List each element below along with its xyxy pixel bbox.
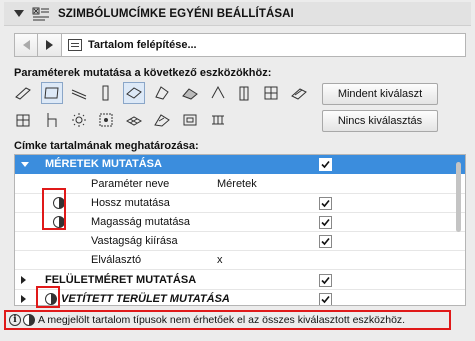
panel-header[interactable]: SZIMBÓLUMCÍMKE EGYÉNI BEÁLLÍTÁSAI	[4, 2, 471, 26]
document-list-icon	[68, 39, 82, 51]
group-label: MÉRETEK MUTATÁSA	[45, 158, 162, 170]
group-checkbox[interactable]	[319, 158, 332, 171]
page-navigator: Tartalom felépítése...	[14, 33, 466, 57]
item-checkbox[interactable]	[319, 216, 332, 229]
beam-tool-icon[interactable]	[68, 82, 90, 104]
item-label: Paraméter neve	[91, 178, 170, 190]
tree-item[interactable]: Hossz mutatása	[15, 194, 465, 213]
object-tool-icon[interactable]	[41, 109, 63, 131]
morph-tool-icon[interactable]	[151, 82, 173, 104]
content-tree: MÉRETEK MUTATÁSA Paraméter neve Méretek …	[14, 154, 466, 306]
half-circle-icon	[23, 314, 35, 326]
select-all-button[interactable]: Mindent kiválaszt	[322, 83, 438, 105]
item-label: Elválasztó	[91, 254, 142, 266]
slab-tool-icon[interactable]	[41, 82, 63, 104]
tree-item[interactable]: Paraméter neve Méretek	[15, 175, 465, 194]
group-checkbox[interactable]	[319, 274, 332, 287]
panel-title: SZIMBÓLUMCÍMKE EGYÉNI BEÁLLÍTÁSAI	[58, 7, 294, 20]
shell-tool-icon[interactable]	[179, 82, 201, 104]
label-settings-icon	[32, 7, 49, 20]
expand-down-icon[interactable]	[21, 162, 29, 167]
group-label: FELÜLETMÉRET MUTATÁSA	[45, 274, 197, 286]
tree-group-projected-area[interactable]: VETÍTETT TERÜLET MUTATÁSA	[15, 290, 465, 305]
collapse-triangle-icon[interactable]	[14, 10, 24, 17]
highlight-box	[36, 286, 60, 308]
item-checkbox[interactable]	[319, 197, 332, 210]
group-label: VETÍTETT TERÜLET MUTATÁSA	[61, 293, 230, 305]
content-section-label: Címke tartalmának meghatározása:	[14, 140, 199, 152]
page-select[interactable]: Tartalom felépítése...	[62, 33, 466, 57]
next-page-button[interactable]	[38, 33, 62, 57]
item-label: Vastagság kiírása	[91, 235, 178, 247]
wall-tool-icon[interactable]	[12, 82, 34, 104]
railing-tool-icon[interactable]	[288, 82, 310, 104]
triangle-left-icon	[22, 40, 30, 50]
tools-section-label: Paraméterek mutatása a következő eszközö…	[14, 67, 272, 79]
curtainwall-tool-icon[interactable]	[12, 109, 34, 131]
item-label: Magasság mutatása	[91, 216, 191, 228]
warning-bar: i A megjelölt tartalom típusok nem érhet…	[4, 310, 451, 330]
triangle-right-icon	[46, 40, 53, 50]
expand-right-icon[interactable]	[21, 295, 26, 303]
opening-tool-icon[interactable]	[179, 109, 201, 131]
skylight-tool-icon[interactable]	[151, 109, 173, 131]
tree-item[interactable]: Vastagság kiírása	[15, 232, 465, 251]
railing-post-tool-icon[interactable]	[207, 109, 229, 131]
item-value[interactable]: Méretek	[217, 178, 257, 190]
item-value[interactable]: x	[217, 254, 223, 266]
tree-group-surface[interactable]: FELÜLETMÉRET MUTATÁSA	[15, 271, 465, 290]
tree-group-dimensions[interactable]: MÉRETEK MUTATÁSA	[15, 155, 465, 174]
info-icon: i	[9, 314, 21, 326]
zone-tool-icon[interactable]	[95, 109, 117, 131]
select-none-button[interactable]: Nincs kiválasztás	[322, 110, 438, 132]
roof-tool-icon[interactable]	[123, 82, 145, 104]
door-tool-icon[interactable]	[233, 82, 255, 104]
previous-page-button[interactable]	[14, 33, 38, 57]
stair-tool-icon[interactable]	[260, 82, 282, 104]
tree-scrollbar[interactable]	[455, 160, 462, 300]
mesh-tool-icon[interactable]	[123, 109, 145, 131]
group-checkbox[interactable]	[319, 293, 332, 305]
page-select-label: Tartalom felépítése...	[88, 39, 197, 51]
warning-text: A megjelölt tartalom típusok nem érhetőe…	[38, 314, 406, 326]
expand-right-icon[interactable]	[21, 276, 26, 284]
column-tool-icon[interactable]	[95, 82, 117, 104]
item-label: Hossz mutatása	[91, 197, 170, 209]
tree-item[interactable]: Magasság mutatása	[15, 213, 465, 232]
highlight-box	[42, 188, 66, 230]
tree-item[interactable]: Elválasztó x	[15, 251, 465, 270]
item-checkbox[interactable]	[319, 235, 332, 248]
window-tool-icon[interactable]	[207, 82, 229, 104]
lamp-tool-icon[interactable]	[68, 109, 90, 131]
